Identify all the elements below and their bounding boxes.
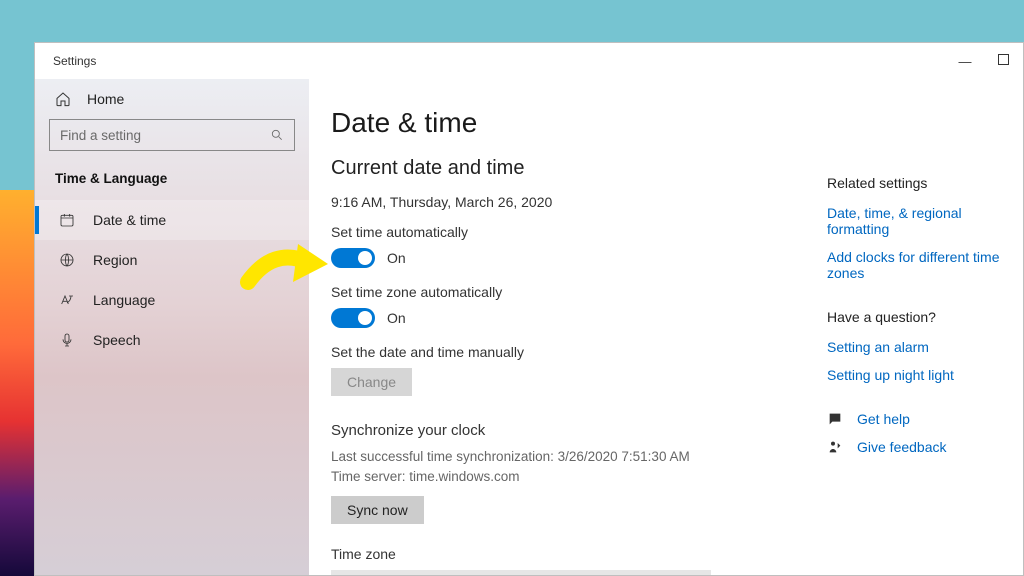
main-content: Date & time Current date and time 9:16 A… (331, 107, 823, 575)
link-add-clocks[interactable]: Add clocks for different time zones (827, 249, 1015, 281)
auto-tz-toggle[interactable] (331, 308, 375, 328)
right-pane: Related settings Date, time, & regional … (823, 107, 1023, 575)
sidebar-item-label: Date & time (93, 212, 166, 228)
search-input[interactable] (60, 128, 270, 143)
give-feedback-row[interactable]: Give feedback (827, 439, 1015, 455)
link-setting-alarm[interactable]: Setting an alarm (827, 339, 1015, 355)
settings-window: Settings — Home Time & Language Date & t… (34, 42, 1024, 576)
sidebar-section-label: Time & Language (49, 167, 295, 200)
sync-heading: Synchronize your clock (331, 422, 823, 439)
clock-icon (59, 212, 75, 228)
sidebar-item-speech[interactable]: Speech (35, 320, 309, 360)
mic-icon (59, 332, 75, 348)
window-controls: — (958, 54, 1009, 69)
sidebar-item-label: Region (93, 252, 137, 268)
home-icon (55, 91, 71, 107)
timezone-label: Time zone (331, 546, 823, 562)
current-datetime-heading: Current date and time (331, 157, 823, 180)
sync-last-line: Last successful time synchronization: 3/… (331, 447, 823, 467)
auto-tz-state: On (387, 310, 406, 326)
window-title: Settings (53, 54, 958, 68)
link-regional-formatting[interactable]: Date, time, & regional formatting (827, 205, 1015, 237)
titlebar: Settings — (35, 43, 1023, 79)
search-icon (270, 128, 284, 142)
give-feedback-label: Give feedback (857, 439, 947, 455)
language-icon (59, 292, 75, 308)
annotation-arrow-icon (238, 232, 338, 302)
maximize-button[interactable] (998, 54, 1009, 65)
page-title: Date & time (331, 107, 823, 139)
sync-now-button[interactable]: Sync now (331, 496, 424, 524)
sync-server-line: Time server: time.windows.com (331, 467, 823, 487)
desktop-wallpaper-strip (0, 190, 34, 576)
auto-time-label: Set time automatically (331, 224, 823, 240)
current-datetime-value: 9:16 AM, Thursday, March 26, 2020 (331, 194, 823, 210)
minimize-button[interactable]: — (958, 54, 972, 69)
get-help-row[interactable]: Get help (827, 411, 1015, 427)
search-box[interactable] (49, 119, 295, 151)
sidebar-item-label: Speech (93, 332, 140, 348)
auto-tz-label: Set time zone automatically (331, 284, 823, 300)
chat-icon (827, 411, 843, 427)
globe-icon (59, 252, 75, 268)
sidebar-item-label: Language (93, 292, 155, 308)
sidebar: Home Time & Language Date & time Region … (35, 79, 309, 575)
sidebar-home-label: Home (87, 91, 124, 107)
get-help-label: Get help (857, 411, 910, 427)
manual-datetime-label: Set the date and time manually (331, 344, 823, 360)
question-heading: Have a question? (827, 309, 1015, 325)
timezone-select: (UTC-08:00) Pacific Time (US & Canada) (331, 570, 711, 575)
change-button: Change (331, 368, 412, 396)
related-settings-heading: Related settings (827, 175, 1015, 191)
sidebar-home[interactable]: Home (49, 85, 295, 119)
link-night-light[interactable]: Setting up night light (827, 367, 1015, 383)
auto-time-state: On (387, 250, 406, 266)
feedback-icon (827, 439, 843, 455)
